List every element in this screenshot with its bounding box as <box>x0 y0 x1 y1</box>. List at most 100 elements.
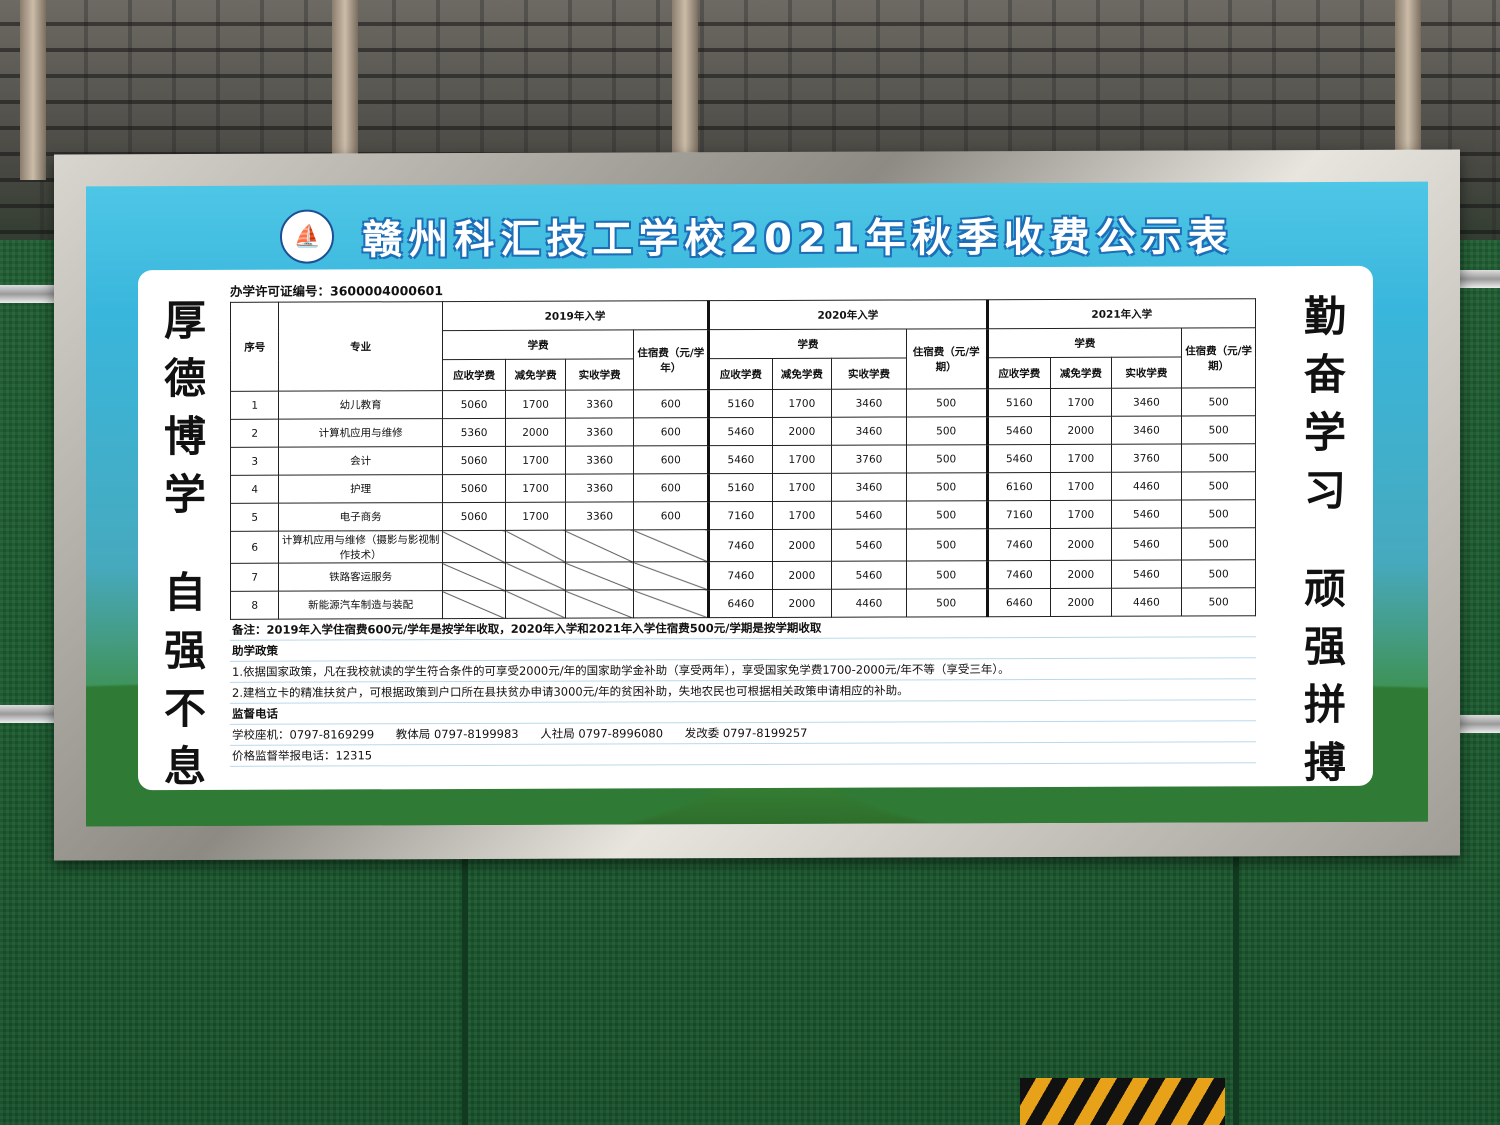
cell-fee-y2021: 7460 <box>987 528 1051 561</box>
cell-fee-y2021: 6160 <box>987 472 1051 501</box>
cell-fee-y2019: 5060 <box>442 390 506 419</box>
cell-fee-y2021: 2000 <box>1050 560 1112 589</box>
cell-not-applicable <box>633 561 709 590</box>
header-year-2021: 2021年入学 <box>987 298 1256 329</box>
cell-fee-y2021: 1700 <box>1050 472 1112 501</box>
motto-char: 奋 <box>1303 349 1346 400</box>
cell-fee-y2019: 600 <box>633 389 709 418</box>
cell-fee-y2019: 600 <box>633 473 709 502</box>
cell-fee-y2021: 3460 <box>1111 416 1182 445</box>
motto-char: 德 <box>163 353 206 404</box>
motto-left: 厚德博学自强不息 <box>150 292 220 796</box>
cell-major: 会计 <box>278 446 443 476</box>
motto-char: 息 <box>163 741 206 792</box>
motto-char: 搏 <box>1303 737 1346 788</box>
cell-major: 电子商务 <box>278 502 443 532</box>
notes-section: 备注：2019年入学住宿费600元/学年是按学年收取，2020年入学和2021年… <box>230 616 1256 767</box>
header-year-2020: 2020年入学 <box>708 299 988 330</box>
cell-fee-y2020: 500 <box>906 560 988 589</box>
cell-index: 5 <box>230 503 279 532</box>
cell-index: 3 <box>230 447 279 476</box>
board-title: 赣州科汇技工学校2021年秋季收费公示表 <box>362 214 1234 264</box>
header-fee-actual: 实收学费 <box>831 357 907 390</box>
cell-fee-y2020: 4460 <box>831 588 907 618</box>
cell-fee-y2019: 5060 <box>442 502 506 531</box>
cell-fee-y2021: 7160 <box>987 500 1051 529</box>
cell-fee-y2020: 2000 <box>772 529 832 562</box>
motto-char: 学 <box>1303 407 1346 458</box>
motto-char: 不 <box>163 683 206 734</box>
cell-fee-y2021: 3460 <box>1111 388 1182 417</box>
cell-fee-y2020: 1700 <box>772 473 832 502</box>
table-row: 3 会计 5060 1700 3360 600 5460 1700 3760 500 5460 170… <box>230 443 1256 476</box>
cell-fee-y2021: 5160 <box>987 388 1051 417</box>
cell-fee-y2021: 500 <box>1181 415 1256 445</box>
motto-char: 厚 <box>163 295 206 346</box>
cell-index: 8 <box>230 591 279 620</box>
phone-school: 学校座机：0797-8169299 <box>232 727 375 742</box>
cell-fee-y2020: 500 <box>906 416 988 445</box>
header-major: 专业 <box>278 301 443 392</box>
cell-fee-y2021: 500 <box>1181 587 1256 617</box>
cell-fee-y2020: 500 <box>906 388 988 417</box>
fence-seam <box>462 840 468 1125</box>
cell-fee-y2020: 3460 <box>831 388 907 418</box>
motto-gap <box>1290 520 1360 560</box>
cell-fee-y2021: 2000 <box>1050 416 1112 445</box>
cell-fee-y2019: 3360 <box>565 501 634 531</box>
scaffold-pole <box>20 0 46 180</box>
cell-not-applicable <box>505 530 566 563</box>
cell-fee-y2019: 1700 <box>505 446 566 475</box>
cell-fee-y2020: 6460 <box>708 589 773 618</box>
fence-seam <box>1233 840 1239 1125</box>
header-fee-due: 应收学费 <box>708 358 773 390</box>
header-tuition-2021: 学费 <box>987 328 1182 358</box>
cell-fee-y2020: 500 <box>906 588 988 617</box>
cell-index: 4 <box>230 475 279 504</box>
fee-table: 序号 专业 2019年入学 2020年入学 2021年入学 学费 住宿费（元/学… <box>230 298 1256 620</box>
cell-fee-y2020: 3460 <box>831 416 907 446</box>
cell-fee-y2021: 4460 <box>1111 588 1182 617</box>
cell-fee-y2021: 500 <box>1181 499 1256 529</box>
phone-hr-bureau: 人社局 0797-8996080 <box>540 726 664 741</box>
table-row: 6 计算机应用与维修（摄影与影视制作技术） 7460 2000 5460 500 7460 2… <box>230 527 1256 564</box>
hazard-stripe-barrier <box>1020 1078 1225 1125</box>
cell-fee-y2019: 5060 <box>442 474 506 503</box>
cell-fee-y2020: 2000 <box>772 417 832 446</box>
motto-char: 勤 <box>1303 291 1346 342</box>
cell-not-applicable <box>633 529 709 562</box>
cell-fee-y2019: 600 <box>633 445 709 474</box>
header-fee-waived: 减免学费 <box>772 358 832 390</box>
cell-fee-y2019: 1700 <box>505 474 566 503</box>
cell-fee-y2020: 7460 <box>708 561 773 590</box>
cell-fee-y2021: 5460 <box>987 444 1051 473</box>
cell-fee-y2021: 4460 <box>1111 472 1182 501</box>
cell-index: 1 <box>230 391 279 420</box>
cell-fee-y2019: 2000 <box>505 418 566 447</box>
cell-fee-y2021: 1700 <box>1050 388 1112 417</box>
notice-board-panel: ⛵ 赣州科汇技工学校2021年秋季收费公示表 厚德博学自强不息 勤奋学习顽强拼搏… <box>86 181 1428 827</box>
cell-fee-y2021: 1700 <box>1050 444 1112 473</box>
cell-major: 幼儿教育 <box>278 390 443 420</box>
cell-not-applicable <box>442 562 506 591</box>
cell-index: 2 <box>230 419 279 448</box>
table-row: 1 幼儿教育 5060 1700 3360 600 5160 1700 3460 500 5160 1… <box>230 387 1256 420</box>
phone-education-bureau: 教体局 0797-8199983 <box>395 726 519 742</box>
motto-char: 强 <box>1303 621 1346 672</box>
header-index: 序号 <box>230 302 279 392</box>
cell-fee-y2019: 3360 <box>565 445 634 475</box>
notice-board-frame: ⛵ 赣州科汇技工学校2021年秋季收费公示表 厚德博学自强不息 勤奋学习顽强拼搏… <box>54 149 1460 861</box>
cell-not-applicable <box>565 561 634 591</box>
fee-content: 办学许可证编号：3600004000601 序号 专业 2019年入学 2020… <box>230 278 1264 782</box>
cell-fee-y2019: 5360 <box>442 418 506 447</box>
header-fee-due: 应收学费 <box>987 357 1051 389</box>
cell-fee-y2021: 7460 <box>987 560 1051 589</box>
header-dorm-2019: 住宿费（元/学年） <box>633 329 709 390</box>
cell-not-applicable <box>633 589 709 618</box>
header-tuition-2019: 学费 <box>442 329 634 360</box>
cell-fee-y2019: 3360 <box>565 417 634 447</box>
cell-fee-y2020: 1700 <box>772 389 832 418</box>
header-fee-waived: 减免学费 <box>1050 357 1112 389</box>
motto-right: 勤奋学习顽强拼搏 <box>1290 288 1360 792</box>
cell-fee-y2021: 500 <box>1181 527 1256 561</box>
